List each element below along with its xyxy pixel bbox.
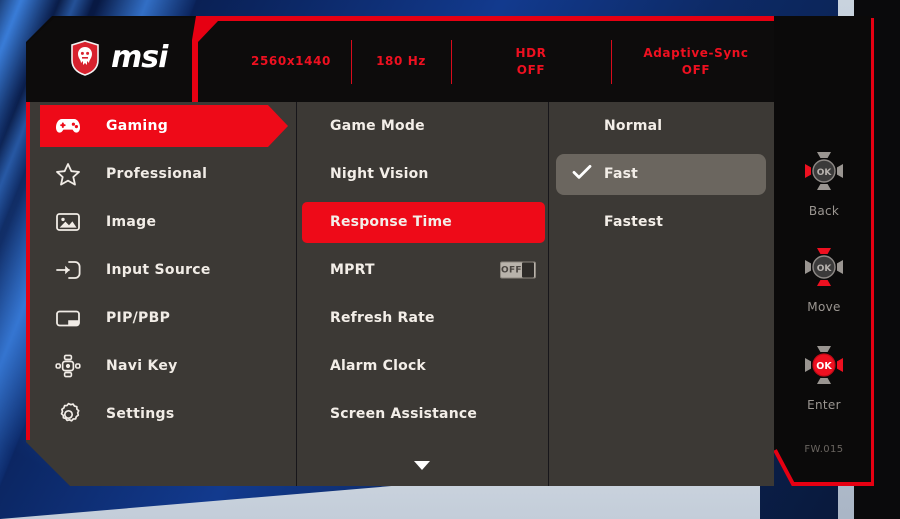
submenu-item-response-time[interactable]: Response Time: [296, 198, 548, 246]
submenu-item-game-mode[interactable]: Game Mode: [296, 102, 548, 150]
option-fast[interactable]: Fast: [548, 150, 774, 198]
screen: msi 2560x1440 180 Hz HDR OFF Adaptive-Sy…: [0, 0, 900, 519]
nav-hint-label: Move: [807, 300, 841, 314]
submenu-item-night-vision[interactable]: Night Vision: [296, 150, 548, 198]
nav-hint-back[interactable]: OK Back: [774, 146, 874, 218]
option-normal[interactable]: Normal: [548, 102, 774, 150]
sidebar-item-label: PIP/PBP: [106, 310, 171, 326]
osd-body: Gaming Professional Image Input Source P…: [26, 16, 874, 486]
svg-text:OK: OK: [817, 168, 833, 178]
submenu-item-refresh-rate[interactable]: Refresh Rate: [296, 294, 548, 342]
check-icon: [572, 164, 592, 184]
nav-hint-label: Enter: [807, 398, 841, 412]
joystick-updown-icon: OK: [805, 248, 843, 286]
mprt-toggle-state: OFF: [501, 265, 522, 275]
sidebar-item-label: Navi Key: [106, 358, 178, 374]
svg-text:OK: OK: [817, 264, 833, 274]
option-label: Fast: [604, 166, 639, 182]
sidebar-item-label: Professional: [106, 166, 208, 182]
sidebar-item-label: Input Source: [106, 262, 211, 278]
sidebar-item-settings[interactable]: Settings: [26, 390, 296, 438]
msi-logo: msi: [70, 40, 168, 76]
chevron-down-icon[interactable]: [414, 461, 430, 470]
status-refresh-rate-value: 180 Hz: [376, 54, 426, 69]
status-hdr-value: OFF: [516, 63, 546, 77]
options-list: Normal Fast Fastest: [548, 102, 774, 246]
submenu-item-label: Alarm Clock: [330, 358, 426, 374]
nav-hint-move[interactable]: OK Move: [774, 242, 874, 314]
sidebar-item-label: Image: [106, 214, 157, 230]
mprt-toggle-switch[interactable]: OFF: [500, 261, 536, 279]
navigation-hints-panel: OK Back OK Move OK Enter FW.015: [774, 16, 874, 486]
submenu-list: Game Mode Night Vision Response Time MPR…: [296, 102, 548, 438]
submenu-item-alarm-clock[interactable]: Alarm Clock: [296, 342, 548, 390]
gamepad-icon: [52, 112, 84, 140]
svg-text:OK: OK: [816, 361, 832, 372]
nav-hint-label: Back: [808, 204, 840, 218]
firmware-version: FW.015: [804, 444, 844, 455]
sidebar-item-pip-pbp[interactable]: PIP/PBP: [26, 294, 296, 342]
msi-wordmark: msi: [111, 40, 168, 75]
option-label: Normal: [604, 118, 663, 134]
submenu-item-label: Screen Assistance: [330, 406, 478, 422]
status-adaptive-sync: Adaptive-Sync OFF: [611, 45, 781, 80]
submenu-item-label: Response Time: [330, 214, 452, 230]
osd-menu: msi 2560x1440 180 Hz HDR OFF Adaptive-Sy…: [26, 16, 874, 486]
status-resolution-value: 2560x1440: [251, 54, 331, 69]
sidebar-item-image[interactable]: Image: [26, 198, 296, 246]
input-arrow-icon: [52, 256, 84, 284]
options-panel: Normal Fast Fastest: [548, 102, 774, 486]
star-icon: [52, 160, 84, 188]
sidebar-item-input-source[interactable]: Input Source: [26, 246, 296, 294]
submenu-item-screen-assistance[interactable]: Screen Assistance: [296, 390, 548, 438]
status-resolution: 2560x1440: [231, 53, 351, 70]
sidebar: Gaming Professional Image Input Source P…: [26, 102, 296, 486]
status-hdr-label: HDR: [515, 45, 547, 60]
submenu-item-label: Refresh Rate: [330, 310, 435, 326]
sidebar-item-navi-key[interactable]: Navi Key: [26, 342, 296, 390]
option-fastest[interactable]: Fastest: [548, 198, 774, 246]
submenu-item-label: Game Mode: [330, 118, 425, 134]
submenu-item-label: Night Vision: [330, 166, 429, 182]
status-refresh-rate: 180 Hz: [351, 53, 451, 70]
picture-icon: [52, 208, 84, 236]
navi-key-icon: [52, 352, 84, 380]
status-hdr: HDR OFF: [451, 45, 611, 80]
mprt-toggle-knob: [521, 262, 534, 278]
status-adaptive-sync-label: Adaptive-Sync: [643, 45, 749, 60]
gear-icon: [52, 400, 84, 428]
joystick-ok-icon: OK: [805, 346, 843, 384]
submenu-item-label: MPRT: [330, 262, 375, 278]
submenu-item-mprt[interactable]: MPRT OFF: [296, 246, 548, 294]
pip-window-icon: [52, 304, 84, 332]
joystick-left-icon: OK: [805, 152, 843, 190]
sidebar-menu-list: Gaming Professional Image Input Source P…: [26, 102, 296, 438]
sidebar-item-gaming[interactable]: Gaming: [26, 102, 296, 150]
nav-hint-enter[interactable]: OK Enter: [774, 340, 874, 412]
sidebar-item-professional[interactable]: Professional: [26, 150, 296, 198]
submenu-panel: Game Mode Night Vision Response Time MPR…: [296, 102, 548, 486]
sidebar-item-label: Settings: [106, 406, 175, 422]
status-adaptive-sync-value: OFF: [681, 63, 711, 77]
sidebar-item-label: Gaming: [106, 118, 169, 134]
option-label: Fastest: [604, 214, 664, 230]
msi-dragon-shield-icon: [71, 40, 99, 76]
